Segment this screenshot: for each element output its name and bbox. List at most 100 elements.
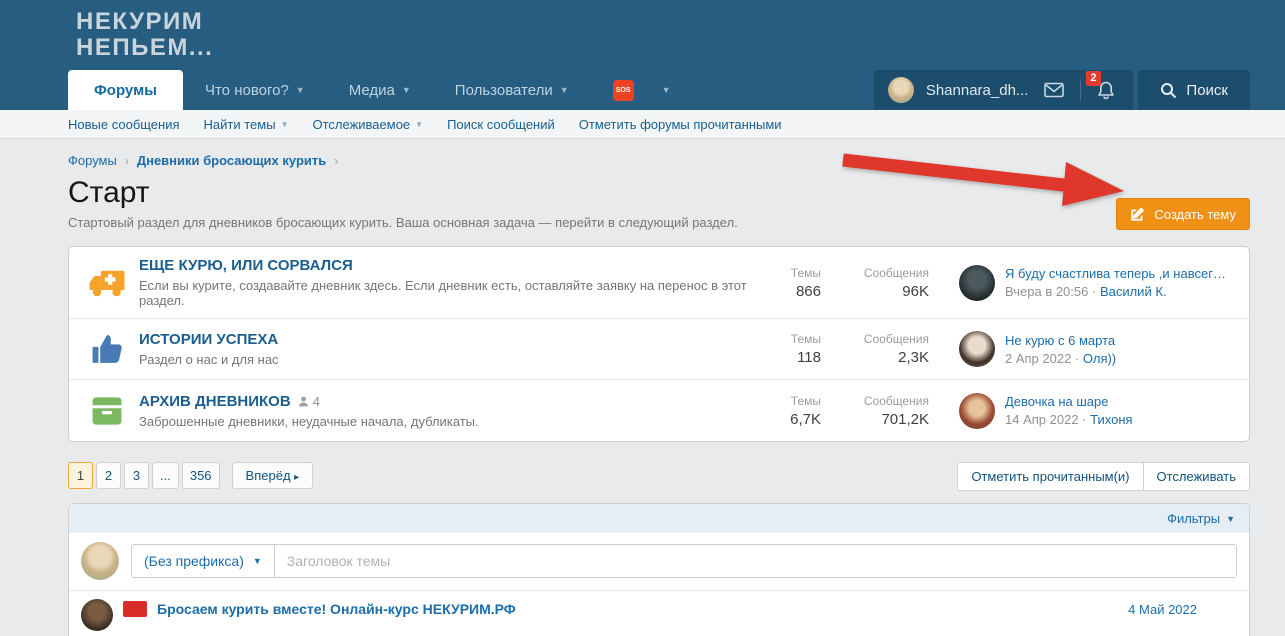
chevron-down-icon: ▼ [1226,513,1235,524]
tab-sos[interactable]: SOS [591,70,656,110]
composer-avatar [81,542,119,580]
tab-whats-new[interactable]: Что нового? ▼ [183,70,327,110]
page-head: Старт Стартовый раздел для дневников бро… [68,176,1250,230]
latest-post-author[interactable]: Тихоня [1090,412,1132,427]
chevron-right-icon: › [124,153,129,168]
latest-post-date: 2 Апр 2022 · [1005,350,1080,366]
tab-users[interactable]: Пользователи ▼ [433,70,591,110]
thread-author-avatar[interactable] [81,599,113,631]
secondary-nav: Новые сообщения Найти темы ▼ Отслеживаем… [0,110,1285,139]
latest-post-avatar[interactable] [959,392,995,429]
forum-title-link[interactable]: ЕЩЕ КУРЮ, ИЛИ СОРВАЛСЯ [139,257,757,274]
forum-row-diary-archive[interactable]: АРХИВ ДНЕВНИКОВ 4 Заброшенные дневники, … [69,380,1249,441]
page-1[interactable]: 1 [68,462,93,489]
filters-bar[interactable]: Фильтры ▼ [69,504,1249,533]
prefix-select[interactable]: (Без префикса) ▼ [132,545,275,577]
thread-prefix-badge [123,601,147,617]
thumbs-up-icon [81,332,133,366]
latest-post-avatar[interactable] [959,331,995,367]
person-icon [298,396,308,406]
page-2[interactable]: 2 [96,462,121,489]
forum-description: Раздел о нас и для нас [139,352,279,367]
chevron-down-icon: ▼ [295,85,305,95]
latest-post-avatar[interactable] [959,264,995,301]
subnav-new-posts[interactable]: Новые сообщения [68,117,180,132]
page-description: Стартовый раздел для дневников бросающих… [68,215,738,230]
topics-label: Темы [790,393,821,408]
latest-thread-link[interactable]: Не курю с 6 марта [1005,333,1237,348]
subnav-mark-forums-read[interactable]: Отметить форумы прочитанными [579,117,782,132]
messages-label: Сообщения [863,332,929,346]
latest-post-author[interactable]: Оля)) [1083,351,1116,366]
forum-node-list: ЕЩЕ КУРЮ, ИЛИ СОРВАЛСЯ Если вы курите, с… [68,246,1250,442]
page-3[interactable]: 3 [124,462,149,489]
divider [1080,79,1082,101]
thread-title-link[interactable]: Бросаем курить вместе! Онлайн-курс НЕКУР… [157,601,1118,617]
current-username[interactable]: Shannara_dh... [926,82,1029,99]
pagination: 1 2 3 ... 356 Вперёд ▸ [68,462,314,489]
tab-media[interactable]: Медиа ▼ [327,70,433,110]
latest-thread-link[interactable]: Девочка на шаре [1005,394,1237,409]
tab-sos-menu[interactable]: ▼ [656,70,693,110]
logo-line-2: НЕПЬЕМ... [76,34,214,61]
forum-title-link[interactable]: АРХИВ ДНЕВНИКОВ 4 [139,393,757,410]
page-container: Форумы › Дневники бросающих курить › Ста… [68,153,1250,636]
site-logo[interactable]: НЕКУРИМ НЕПЬЕМ... [76,9,213,61]
chevron-down-icon: ▼ [415,119,424,129]
topics-label: Темы [790,332,821,346]
chevron-right-icon: ▸ [294,472,300,483]
thread-last-date[interactable]: 4 Май 2022 [1128,602,1197,617]
ambulance-icon [81,267,133,299]
breadcrumb-category[interactable]: Дневники бросающих курить [137,153,326,168]
chevron-down-icon: ▼ [661,85,671,95]
mark-read-button[interactable]: Отметить прочитанным(и) [957,462,1143,491]
page-title: Старт [68,176,150,209]
page-356[interactable]: 356 [181,462,220,489]
thread-actions: Отметить прочитанным(и) Отслеживать [957,462,1250,491]
search-icon [1161,82,1177,98]
forum-title-link[interactable]: ИСТОРИИ УСПЕХА [139,331,757,348]
thread-title-input[interactable] [274,545,1236,577]
chevron-right-icon: › [334,153,339,168]
latest-post-author[interactable]: Василий К. [1100,284,1167,299]
latest-post-date: Вчера в 20:56 · [1005,284,1097,299]
user-avatar[interactable] [887,77,914,103]
envelope-icon [1044,82,1065,98]
tab-forums[interactable]: Форумы [68,70,183,110]
breadcrumb: Форумы › Дневники бросающих курить › [68,153,1250,168]
chevron-down-icon: ▼ [559,85,569,95]
forum-description: Заброшенные дневники, неудачные начала, … [139,413,479,429]
forum-row-success-stories[interactable]: ИСТОРИИ УСПЕХА Раздел о нас и для нас Те… [69,319,1249,380]
messages-label: Сообщения [863,265,929,280]
topics-count: 866 [795,282,821,300]
latest-thread-link[interactable]: Я буду счастлива теперь ,и навсег… [1005,266,1237,281]
messages-label: Сообщения [863,393,929,408]
subnav-search-posts[interactable]: Поиск сообщений [447,117,555,132]
sos-icon: SOS [612,79,634,101]
logo-line-1: НЕКУРИМ [76,8,204,35]
breadcrumb-forums[interactable]: Форумы [68,153,117,168]
search-button[interactable]: Поиск [1138,70,1250,110]
thread-row-partial[interactable]: Бросаем курить вместе! Онлайн-курс НЕКУР… [69,590,1249,636]
chevron-down-icon: ▼ [252,556,262,566]
forum-row-still-smoking[interactable]: ЕЩЕ КУРЮ, ИЛИ СОРВАЛСЯ Если вы курите, с… [69,247,1249,319]
alert-count-badge: 2 [1086,71,1101,86]
header-right-group: Shannara_dh... 2 Поиск [873,70,1250,110]
alerts-button[interactable]: 2 [1086,71,1119,100]
topics-count: 118 [797,349,821,366]
forum-description: Если вы курите, создавайте дневник здесь… [139,278,747,308]
thread-list-block: Фильтры ▼ (Без префикса) ▼ Бросаем курит… [68,503,1250,636]
main-nav: Форумы Что нового? ▼ Медиа ▼ Пользовател… [68,70,693,110]
watch-forum-button[interactable]: Отслеживать [1142,462,1250,491]
next-page-button[interactable]: Вперёд ▸ [231,462,314,489]
subnav-watched[interactable]: Отслеживаемое ▼ [312,117,423,132]
subnav-find-threads[interactable]: Найти темы ▼ [204,117,289,132]
compose-pencil-icon [1131,207,1145,221]
site-header: НЕКУРИМ НЕПЬЕМ... Форумы Что нового? ▼ М… [0,0,1285,110]
create-thread-button[interactable]: Создать тему [1116,198,1250,230]
page-ellipsis[interactable]: ... [152,462,179,489]
inbox-button[interactable] [1040,82,1068,98]
chevron-down-icon: ▼ [280,119,289,129]
messages-count: 2,3K [898,349,929,366]
chevron-down-icon: ▼ [401,85,411,95]
